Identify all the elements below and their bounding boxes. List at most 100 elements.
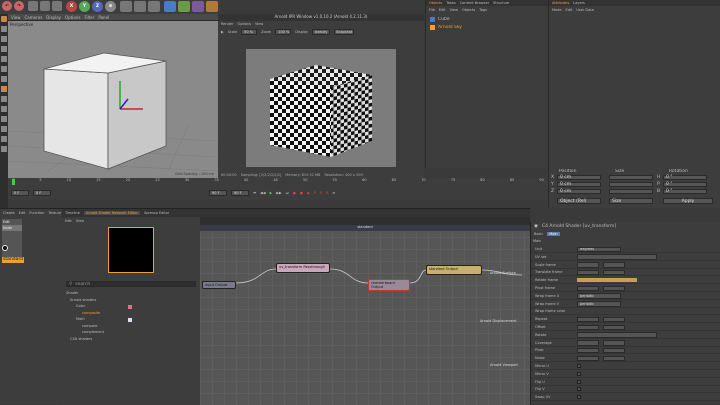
tab-objects[interactable]: Objects (429, 1, 442, 5)
playhead[interactable] (12, 179, 15, 185)
tweak-icon[interactable] (1, 96, 7, 102)
attr-checkbox[interactable] (577, 395, 581, 400)
shader-menu-view[interactable]: View (76, 219, 84, 223)
tree-item-c4d-shaders[interactable]: C4D shaders (66, 336, 196, 343)
rotation-h-field[interactable]: 0 ° (663, 175, 707, 180)
tab-basic[interactable]: Basic (534, 232, 543, 236)
material-menu-texture[interactable]: Texture (48, 211, 61, 215)
tab-layers[interactable]: Layers (573, 1, 585, 5)
y-axis-icon[interactable]: Y (79, 1, 90, 12)
redo-icon[interactable]: ↷ (14, 1, 24, 11)
material-menu-function[interactable]: Function (29, 211, 44, 215)
edges-mode-icon[interactable] (1, 66, 7, 72)
lock-icon[interactable] (1, 116, 7, 122)
tab-arnold-shader-network-editor[interactable]: Arnold Shader Network Editor (83, 211, 140, 215)
attr-number-field[interactable] (603, 285, 625, 291)
ipr-render-area[interactable] (246, 49, 396, 167)
next-key-icon[interactable]: ▶▶ (276, 191, 281, 195)
key-position-icon[interactable]: P (314, 191, 316, 195)
planar-icon[interactable] (1, 126, 7, 132)
render-view-icon[interactable] (120, 1, 132, 12)
coord-mode-select[interactable]: Object (Rel) (557, 198, 601, 204)
texture-mode-icon[interactable] (1, 36, 7, 42)
go-start-icon[interactable]: ⏮ (253, 191, 256, 195)
viewport-menu-view[interactable]: View (11, 15, 21, 20)
deformer-icon[interactable] (206, 1, 218, 12)
attr-number-field[interactable] (577, 262, 599, 268)
port-arnold-surface[interactable]: Arnold Surface (490, 271, 516, 275)
ipr-menu-options[interactable]: Options (237, 22, 251, 26)
object-name-cube[interactable]: Cube (438, 17, 450, 22)
shader-search-input[interactable]: ⚲ search (66, 281, 196, 287)
attr-input[interactable] (577, 254, 657, 260)
tab-structure[interactable]: Structure (493, 1, 509, 5)
attr-number-field[interactable] (603, 269, 625, 276)
go-end-icon[interactable]: ⏭ (286, 191, 289, 195)
attr-number-field[interactable] (603, 340, 625, 346)
node-checkerboard[interactable]: checkerboard Output (368, 279, 410, 291)
z-axis-icon[interactable]: Z (92, 1, 103, 12)
tab-timeline[interactable]: Timeline (65, 211, 80, 215)
node-input[interactable]: input Output (202, 281, 236, 289)
end-frame-field-2[interactable]: 90 F (231, 190, 249, 196)
model-mode-icon[interactable] (1, 26, 7, 32)
objects-menu-tags[interactable]: Tags (479, 8, 487, 12)
cube-side-face[interactable] (107, 60, 167, 170)
timeline-menu-icon[interactable]: ≡ (332, 191, 335, 195)
viewport-perspective[interactable]: View Cameras Display Options Filter Pane… (8, 14, 218, 178)
render-settings-icon[interactable] (148, 1, 160, 12)
size-x-field[interactable] (609, 175, 653, 180)
object-row-arnold-sky[interactable]: Arnold Sky (428, 24, 546, 32)
prev-key-icon[interactable]: ◀◀ (260, 191, 265, 195)
spline-icon[interactable] (178, 1, 190, 12)
world-coords-icon[interactable]: ⊕ (105, 1, 116, 12)
cube-icon[interactable] (164, 1, 176, 12)
attr-checkbox[interactable] (577, 379, 581, 384)
scale-select[interactable]: 50 % (241, 29, 258, 35)
shader-menu-edit[interactable]: Edit (65, 219, 72, 223)
attr-input[interactable]: degrees (577, 246, 621, 252)
viewport-menu-panel[interactable]: Panel (98, 15, 109, 20)
port-arnold-viewport[interactable]: Arnold Viewport (490, 363, 518, 367)
attr-input[interactable]: periodic (577, 301, 621, 307)
tab-takes[interactable]: Takes (446, 1, 456, 5)
key-rotation-icon[interactable]: R (326, 191, 328, 195)
tab-main[interactable]: Main (547, 232, 560, 236)
attr-number-field[interactable] (603, 262, 625, 268)
play-icon[interactable]: ▶ (270, 191, 273, 195)
objects-menu-objects[interactable]: Objects (462, 8, 475, 12)
attr-number-field[interactable] (603, 324, 625, 330)
zoom-select[interactable]: 100 % (275, 29, 292, 35)
apply-button[interactable]: Apply (663, 198, 713, 204)
object-row-cube[interactable]: Cube (428, 16, 546, 24)
node-uv-transform[interactable]: uv_transform Passthrough (276, 263, 330, 273)
attr-number-field[interactable] (603, 316, 625, 323)
attributes-menu-user-data[interactable]: User Data (576, 8, 593, 12)
grid-icon[interactable] (1, 136, 7, 142)
auto-key-icon[interactable]: ● (300, 191, 303, 195)
tab-content-browser[interactable]: Content Browser (460, 1, 489, 5)
attributes-menu-mode[interactable]: Mode (552, 8, 562, 12)
attr-checkbox[interactable] (577, 364, 581, 368)
port-arnold-displacement[interactable]: Arnold Displacement (480, 319, 517, 323)
objects-menu-edit[interactable]: Edit (439, 8, 446, 12)
soft-selection-icon[interactable] (1, 146, 7, 152)
current-frame-field[interactable]: 0 F (33, 190, 51, 196)
attr-number-field[interactable] (603, 355, 625, 362)
context-node[interactable]: Node (2, 225, 22, 231)
viewport-menu-options[interactable]: Options (65, 15, 80, 20)
snapshot-button[interactable]: Snapshot (334, 29, 355, 35)
objects-menu-view[interactable]: View (450, 8, 458, 12)
size-mode-select[interactable]: Size (609, 198, 653, 204)
node-standard[interactable]: standard Output (426, 265, 482, 275)
x-axis-icon[interactable]: X (66, 1, 77, 12)
workplane-icon[interactable] (1, 46, 7, 52)
keyframe-icon[interactable]: ◆ (307, 191, 310, 195)
rotation-b-field[interactable]: 0 ° (663, 189, 707, 194)
key-scale-icon[interactable]: S (320, 191, 322, 195)
rotation-p-field[interactable]: 0 ° (663, 182, 707, 187)
attr-slider[interactable] (577, 278, 637, 283)
render-picture-icon[interactable] (134, 1, 146, 12)
attr-number-field[interactable] (577, 347, 599, 354)
attr-input[interactable]: periodic (577, 293, 621, 299)
